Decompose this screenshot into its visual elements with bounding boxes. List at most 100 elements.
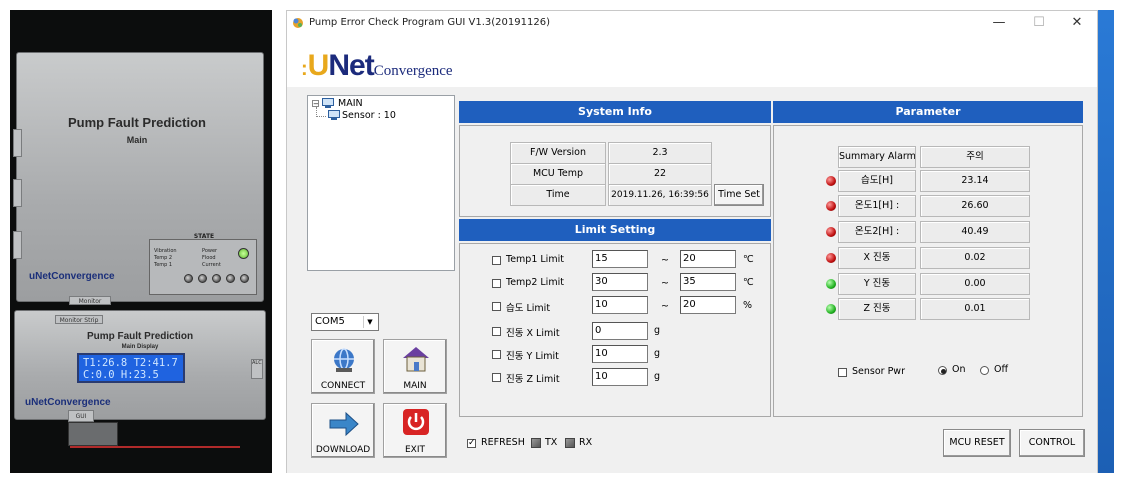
main-label: MAIN [403, 381, 427, 391]
close-button[interactable]: ✕ [1065, 15, 1089, 31]
device-tree[interactable]: − MAIN Sensor : 10 [307, 95, 455, 271]
monitor-port: Monitor [69, 296, 111, 305]
temp1-limit-label: Temp1 Limit [506, 254, 564, 265]
sensor-off-radio[interactable] [980, 366, 989, 375]
client-area: − MAIN Sensor : 10 COM5 ▼ CONNECT MAIN D… [287, 87, 1097, 473]
connector [68, 422, 118, 446]
temp1-min-input[interactable]: 15 [592, 250, 648, 268]
temp1-max-input[interactable]: 20 [680, 250, 736, 268]
vib-z-limit-checkbox[interactable] [492, 373, 501, 382]
vib-z-value: 0.01 [920, 298, 1030, 320]
sensor-pwr-checkbox[interactable] [838, 368, 847, 377]
sensor-pwr-label: Sensor Pwr [852, 366, 905, 377]
minimize-button[interactable]: — [987, 15, 1011, 31]
temp2-max-input[interactable]: 35 [680, 273, 736, 291]
vib-x-input[interactable]: 0 [592, 322, 648, 340]
maximize-button[interactable]: ☐ [1027, 15, 1051, 31]
indicator-knob [226, 274, 235, 283]
vib-y-status-led [826, 279, 836, 289]
indicator-knob [212, 274, 221, 283]
humidity-min-input[interactable]: 10 [592, 296, 648, 314]
power-icon [403, 409, 429, 435]
range-tilde: ~ [661, 301, 669, 312]
temp2-value: 40.49 [920, 221, 1030, 243]
connect-button[interactable]: CONNECT [311, 339, 375, 394]
vib-z-unit: g [654, 371, 661, 382]
window-title: Pump Error Check Program GUI V1.3(201911… [309, 17, 550, 28]
vib-x-unit: g [654, 325, 661, 336]
vib-x-value: 0.02 [920, 247, 1030, 269]
time-set-button[interactable]: Time Set [714, 184, 764, 206]
main-unit-subtitle: Main [126, 135, 148, 145]
indicator-knob [184, 274, 193, 283]
humidity-limit-label: 습도 Limit [506, 303, 551, 314]
connect-label: CONNECT [320, 381, 366, 391]
main-unit-brand: uNetConvergence [29, 271, 115, 282]
exit-button[interactable]: EXIT [383, 403, 447, 458]
exit-label: EXIT [404, 445, 425, 455]
display-unit-title: Pump Fault Prediction [86, 331, 194, 342]
chevron-down-icon[interactable]: ▼ [363, 316, 376, 328]
title-bar[interactable]: Pump Error Check Program GUI V1.3(201911… [287, 11, 1097, 37]
vib-z-input[interactable]: 10 [592, 368, 648, 386]
time-value: 2019.11.26, 16:39:56 [608, 184, 712, 206]
humidity-max-input[interactable]: 20 [680, 296, 736, 314]
rx-indicator [565, 438, 575, 448]
vib-y-input[interactable]: 10 [592, 345, 648, 363]
computer-icon [322, 98, 334, 108]
desktop-background [1098, 10, 1114, 473]
logo-mark: : [301, 58, 308, 80]
summary-alarm-label: Summary Alarm [838, 146, 916, 168]
sensor-on-radio[interactable] [938, 366, 947, 375]
tree-root-label[interactable]: MAIN [338, 98, 363, 109]
vib-z-limit-label: 진동 Z Limit [506, 374, 560, 385]
parameter-panel: Summary Alarm 주의 습도[H] 23.14 온도1[H] : 26… [773, 125, 1083, 417]
cable [70, 446, 240, 448]
main-button[interactable]: MAIN [383, 339, 447, 394]
tree-collapse-icon[interactable]: − [312, 100, 319, 108]
vib-x-limit-checkbox[interactable] [492, 327, 501, 336]
globe-icon [334, 348, 354, 372]
side-port-2 [13, 179, 22, 207]
tree-line [316, 116, 326, 117]
vib-y-limit-checkbox[interactable] [492, 350, 501, 359]
mcu-reset-button[interactable]: MCU RESET [943, 429, 1011, 457]
range-tilde: ~ [661, 255, 669, 266]
temp2-limit-label: Temp2 Limit [506, 277, 564, 288]
system-info-panel: F/W Version 2.3 MCU Temp 22 Time 2019.11… [459, 125, 771, 217]
indicator-knob [198, 274, 207, 283]
limit-setting-panel: Temp1 Limit 15 ~ 20 ℃ Temp2 Limit 30 ~ 3… [459, 243, 771, 417]
temp1-label: 온도1[H] : [838, 195, 916, 217]
temp2-limit-checkbox[interactable] [492, 279, 501, 288]
temp2-status-led [826, 227, 836, 237]
download-button[interactable]: DOWNLOAD [311, 403, 375, 458]
vib-x-limit-label: 진동 X Limit [506, 328, 560, 339]
vib-y-unit: g [654, 348, 661, 359]
parameter-header: Parameter [773, 101, 1083, 123]
refresh-checkbox[interactable]: ✓ [467, 438, 476, 448]
display-unit-subtitle: Main Display [121, 344, 159, 350]
humidity-unit: % [743, 300, 753, 311]
device-photo: Pump Fault Prediction Main STATE Vibrati… [10, 10, 272, 473]
tree-child-label[interactable]: Sensor : 10 [342, 110, 396, 121]
monitor-strip-tab: Monitor Strip [55, 315, 103, 324]
humidity-limit-checkbox[interactable] [492, 302, 501, 311]
app-icon [293, 18, 303, 28]
temp2-min-input[interactable]: 30 [592, 273, 648, 291]
download-label: DOWNLOAD [315, 445, 371, 455]
vib-z-label: Z 진동 [838, 298, 916, 320]
lcd-line-2: C:0.0 H:23.5 [83, 369, 159, 381]
com-port-select[interactable]: COM5 ▼ [311, 313, 379, 331]
temp2-unit: ℃ [743, 277, 754, 288]
range-tilde: ~ [661, 278, 669, 289]
control-button[interactable]: CONTROL [1019, 429, 1085, 457]
vib-x-label: X 진동 [838, 247, 916, 269]
main-unit-title: Pump Fault Prediction [68, 115, 206, 130]
tx-indicator [531, 438, 541, 448]
state-left-labels: Vibration Temp 2 Temp 1 [154, 248, 177, 268]
sensor-on-label: On [952, 364, 966, 375]
temp1-status-led [826, 201, 836, 211]
temp1-limit-checkbox[interactable] [492, 256, 501, 265]
vib-x-status-led [826, 253, 836, 263]
fw-version-value: 2.3 [608, 142, 712, 164]
